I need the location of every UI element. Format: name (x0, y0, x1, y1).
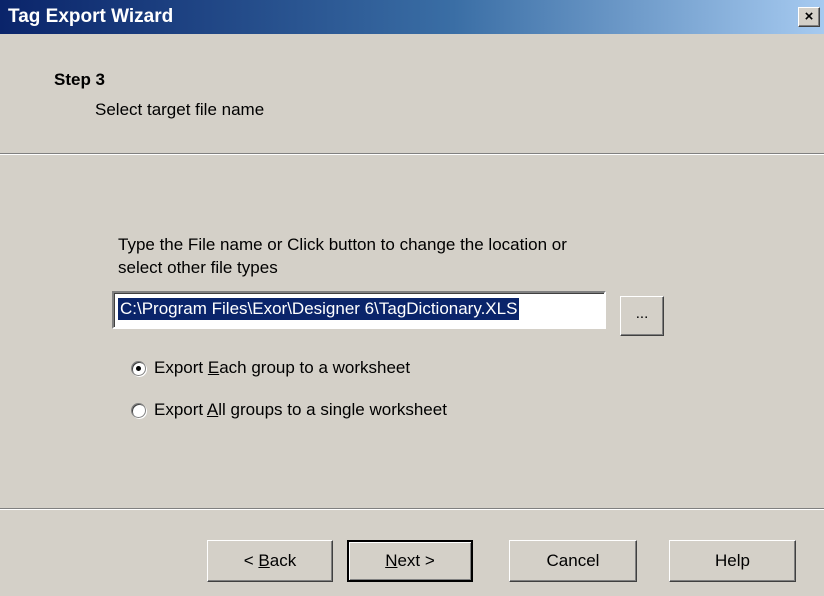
close-button[interactable]: × (798, 7, 820, 27)
instruction-text: Type the File name or Click button to ch… (118, 235, 567, 277)
window-title: Tag Export Wizard (8, 6, 174, 27)
radio-unselected-icon[interactable] (131, 402, 146, 418)
back-button-label: < Back (243, 551, 297, 570)
file-name-value: C:\Program Files\Exor\Designer 6\TagDict… (118, 298, 520, 320)
radio-label-export-each: Export Each group to a worksheet (154, 358, 411, 377)
radio-label-export-all: Export All groups to a single worksheet (154, 400, 447, 419)
wizard-header: Step 3 Select target file name (0, 34, 824, 153)
browse-button-label: ... (635, 305, 649, 322)
radio-export-each-group[interactable]: Export Each group to a worksheet (131, 356, 410, 380)
cancel-button[interactable]: Cancel (509, 540, 637, 582)
step-subtitle: Select target file name (95, 100, 265, 119)
help-button[interactable]: Help (669, 540, 796, 582)
cancel-button-label: Cancel (546, 551, 600, 570)
header-separator (0, 153, 824, 155)
tag-export-wizard-dialog: Tag Export Wizard × Step 3 Select target… (0, 0, 824, 596)
help-button-label: Help (715, 551, 750, 570)
back-button[interactable]: < Back (207, 540, 333, 582)
browse-button[interactable]: ... (620, 296, 664, 336)
footer-separator (0, 508, 824, 510)
step-title: Step 3 (54, 70, 106, 89)
close-icon: × (804, 8, 814, 25)
next-button[interactable]: Next > (347, 540, 473, 582)
radio-export-all-groups[interactable]: Export All groups to a single worksheet (131, 398, 447, 422)
file-name-field[interactable]: C:\Program Files\Exor\Designer 6\TagDict… (112, 291, 606, 329)
radio-selected-icon[interactable] (131, 360, 146, 376)
title-bar[interactable]: Tag Export Wizard × (0, 0, 824, 34)
next-button-label: Next > (385, 551, 435, 570)
